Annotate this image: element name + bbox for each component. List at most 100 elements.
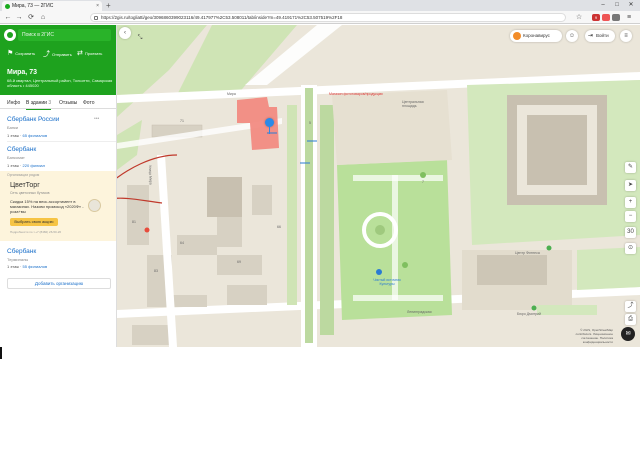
tab-in-building[interactable]: В здании 3 [26,97,52,110]
promo-footer: Подробности по т.+7 (8482) 26-50-26 [10,230,62,234]
panel-header: Поиск в 2ГИС ⚑ Сохранить ⤴ Отправить ⇄ Прое… [0,25,116,95]
promo-category: Сеть цветочных бутиков [10,191,50,195]
share-icon: ⤴ [43,51,50,58]
map-label-number: 66 [277,225,281,229]
org-category: Банки [7,125,19,130]
browser-tab[interactable]: Мира, 73 — 2ГИС × [2,1,102,11]
map-label-square: Центральная площадь [402,100,424,108]
geolocation-icon[interactable]: ➤ [625,180,636,191]
blank-area [0,347,640,467]
new-tab-button[interactable]: + [106,0,111,11]
home-icon[interactable]: ⌂ [38,11,48,24]
promo-button[interactable]: Выбрать свою акцию [10,218,58,226]
minimize-icon[interactable]: – [596,0,610,11]
url-bar[interactable]: https://2gis.ru/togliatti/geo/3096860399… [90,13,566,22]
more-icon[interactable]: ••• [94,116,99,122]
share-map-icon[interactable]: ⤴ [625,301,636,312]
map-label-fitness: Центр Фитнеса [515,251,540,255]
browser-window: Мира, 73 — 2ГИС × + – □ ✕ ← → ⟳ ⌂ https:… [0,0,640,347]
map-label-number: 69 [237,260,241,264]
login-icon: ⇥ [588,33,594,39]
tab-reviews[interactable]: Отзывы [59,97,77,109]
coronavirus-icon [513,32,521,40]
extension-grey-icon[interactable] [612,14,620,21]
lock-icon [94,16,98,20]
forward-icon[interactable]: → [14,11,24,24]
favicon-icon [5,4,10,9]
org-name[interactable]: Сбербанк России [7,116,59,123]
2gis-logo-icon[interactable] [4,29,16,41]
map-label-left-street: Улица Мира [148,165,153,185]
panel-tabs: Инфо В здании 3 Отзывы Фото [0,97,116,110]
zoom-in-button[interactable]: + [625,197,636,208]
save-button[interactable]: ⚑ Сохранить [7,49,35,57]
map-label-number: 5 [309,121,311,125]
smile-icon[interactable]: ☺ [566,30,578,42]
coronavirus-button[interactable]: Коронавирус [510,30,562,42]
promo-label: Организации рядом [7,173,40,177]
tab-title: Мира, 73 — 2ГИС [12,3,54,9]
maximize-icon[interactable]: □ [610,0,624,11]
chat-icon[interactable]: ✉ [621,327,635,341]
menu-icon[interactable]: ≡ [620,30,632,42]
ruler-icon[interactable]: ✎ [625,162,636,173]
map-label-culture: Чистый источник Культуры [373,278,401,286]
route-icon: ⇄ [77,50,83,57]
map-graphics [117,25,640,347]
map-label-street-bottom: Ленинградская [407,310,432,314]
org-meta: 1 этаж · 65 филиалов [7,133,48,138]
promo-text: Скидка 15% на весь ассортимент в магазин… [10,199,84,214]
route-button[interactable]: ⇄ Проехать [77,49,102,57]
map-label-shop: Магазин фототоваров/продукции [329,92,383,96]
tab-photos[interactable]: Фото [83,97,95,109]
close-tab-icon[interactable]: × [96,1,99,11]
map-copyright[interactable]: © 2GIS, OpenStreetMap contributors. Лице… [563,328,613,344]
promo-name[interactable]: ЦветТорг [10,182,40,189]
login-button[interactable]: ⇥ Войти [585,30,615,42]
taskbar-fragment [0,347,2,359]
menu-icon[interactable]: ≡ [624,11,634,24]
address-title: Мира, 73 [7,69,37,76]
share-button[interactable]: ⤴ Отправить [43,49,72,59]
bookmark-icon[interactable]: ☆ [574,11,584,24]
add-organization-button[interactable]: Добавить организацию [7,278,111,289]
scale-badge[interactable]: 30 [625,227,636,238]
org-name[interactable]: Сбербанк [7,146,36,153]
address-toolbar: ← → ⟳ ⌂ https://2gis.ru/togliatti/geo/30… [0,11,640,24]
org-meta: 1 этаж · 55 филиалов [7,264,48,269]
org-category: Банкомат [7,155,25,160]
extension-icon[interactable] [602,14,610,21]
location-pin-icon[interactable] [265,118,274,134]
side-panel: Поиск в 2ГИС ⚑ Сохранить ⤴ Отправить ⇄ Прое… [0,25,117,347]
url-text: https://2gis.ru/togliatti/geo/3096860399… [101,15,343,20]
extension-red-icon[interactable]: 9 [592,14,600,21]
back-icon[interactable]: ← [3,11,13,24]
zoom-out-button[interactable]: − [625,211,636,222]
map-label-number: 71 [180,119,184,123]
map-label-number: 7 [422,180,424,184]
tab-badge: 3 [48,100,52,106]
map-label-number: 81 [132,220,136,224]
promo-logo-icon [88,199,101,212]
org-category: Терминалы [7,257,29,262]
print-icon[interactable]: ⎙ [625,314,636,325]
tab-bar: Мира, 73 — 2ГИС × + – □ ✕ [0,0,640,11]
org-name[interactable]: Сбербанк [7,248,36,255]
tab-info[interactable]: Инфо [7,97,20,109]
compass-icon[interactable]: ⊙ [625,243,636,254]
collapse-panel-button[interactable]: ‹ [119,27,131,39]
map-canvas[interactable]: Мира Магазин фототоваров/продукции Центр… [117,25,640,347]
map-label-number: 83 [154,269,158,273]
reload-icon[interactable]: ⟳ [26,11,36,24]
address-subtitle: 6й-й квартал, Центральный район, Тольятт… [7,78,113,88]
map-label-street: Мира [227,92,236,96]
search-input[interactable]: Поиск в 2ГИС [18,29,111,41]
bookmark-icon: ⚑ [7,50,14,57]
close-window-icon[interactable]: ✕ [624,0,638,11]
measure-icon[interactable]: ⤡ [133,32,147,44]
map-label-number: 64 [180,241,184,245]
org-meta: 1 этаж · 220 филиал [7,163,45,168]
divider [7,141,116,142]
map-label-bakery: Бюро Дмитрий [517,312,541,316]
promo-card[interactable]: Организации рядом ЦветТорг Сеть цветочны… [0,171,116,241]
